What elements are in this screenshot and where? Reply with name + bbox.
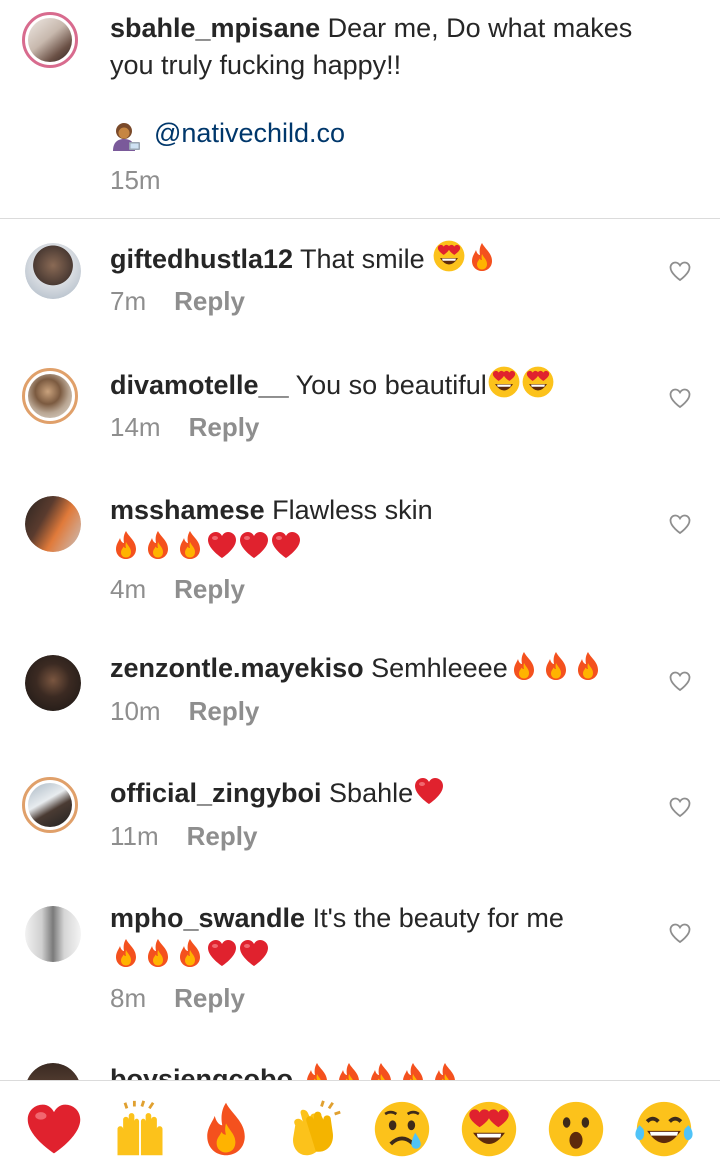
avatar[interactable] [22,12,78,68]
comment-body: You so beautiful [295,370,487,400]
heart-eyes-icon [432,239,466,273]
fire-icon [540,650,572,682]
red-heart-icon [206,937,238,969]
red-heart-icon [206,529,238,561]
comment-text: giftedhustla12 That smile [110,239,650,278]
comment-body: That smile [300,244,425,274]
comment-username[interactable]: divamotelle__ [110,370,289,400]
fire-icon [365,1061,397,1080]
reply-button[interactable]: Reply [174,574,245,604]
fire-icon [142,529,174,561]
divider [0,218,720,219]
like-heart-icon[interactable] [668,921,692,945]
red-heart-icon [238,937,270,969]
comment-text: boysiengcobo [110,1061,650,1080]
laughing-face-icon[interactable] [634,1099,694,1159]
comment-meta: 4m Reply [110,574,245,605]
comment-time: 8m [110,983,147,1013]
comment: boysiengcobo [0,1055,720,1080]
comment-username[interactable]: boysiengcobo [110,1064,293,1080]
comment-time: 10m [110,696,161,726]
comment-body: Sbahle [329,778,414,808]
sad-face-icon[interactable] [372,1099,432,1159]
comment-body: It's the beauty for me [312,903,564,933]
comment-time: 7m [110,286,147,316]
comment-meta: 10m Reply [110,696,259,727]
comment-text: msshamese Flawless skin [110,492,650,566]
fire-icon [142,937,174,969]
caption-username[interactable]: sbahle_mpisane [110,13,320,43]
comment-meta: 8m Reply [110,983,245,1014]
fire-icon [508,650,540,682]
fire-icon [397,1061,429,1080]
comment-meta: 7m Reply [110,286,245,317]
comment-username[interactable]: official_zingyboi [110,778,322,808]
quick-reaction-bar [0,1080,720,1169]
fire-icon [110,529,142,561]
tag-link[interactable]: @nativechild.co [154,118,345,149]
avatar[interactable] [25,655,81,711]
caption-time: 15m [110,165,161,195]
avatar[interactable] [25,243,81,299]
reply-button[interactable]: Reply [174,983,245,1013]
clapping-hands-icon[interactable] [284,1099,344,1159]
caption-text: sbahle_mpisane Dear me, Do what makes yo… [110,10,650,84]
red-heart-icon[interactable] [24,1099,84,1159]
comment-username[interactable]: msshamese [110,495,265,525]
red-heart-icon [238,529,270,561]
comment-username[interactable]: zenzontle.mayekiso [110,653,364,683]
comment-body: Flawless skin [272,495,433,525]
fire-icon [572,650,604,682]
comment-meta: 11m Reply [110,821,257,852]
red-heart-icon [413,775,445,807]
like-heart-icon[interactable] [668,386,692,410]
comment-text: divamotelle__ You so beautiful [110,365,650,404]
fire-icon [110,937,142,969]
comment-time: 14m [110,412,161,442]
heart-eyes-icon [487,365,521,399]
like-heart-icon[interactable] [668,669,692,693]
reply-button[interactable]: Reply [174,286,245,316]
fire-icon [174,937,206,969]
comment-text: mpho_swandle It's the beauty for me [110,900,650,974]
fire-icon [301,1061,333,1080]
like-heart-icon[interactable] [668,795,692,819]
comment-text: zenzontle.mayekiso Semhleeee [110,650,650,687]
like-heart-icon[interactable] [668,259,692,283]
fire-icon [466,241,498,273]
comment-username[interactable]: mpho_swandle [110,903,305,933]
avatar[interactable] [22,368,78,424]
avatar[interactable] [25,1063,81,1080]
comment-text: official_zingyboi Sbahle [110,775,650,812]
avatar[interactable] [25,496,81,552]
woman-technologist-icon [113,123,140,151]
avatar[interactable] [22,777,78,833]
raising-hands-icon[interactable] [110,1099,170,1159]
fire-icon [429,1061,461,1080]
comment-meta: 14m Reply [110,412,259,443]
reply-button[interactable]: Reply [187,821,258,851]
comment-body: Semhleeee [371,653,508,683]
fire-icon[interactable] [196,1099,256,1159]
red-heart-icon [270,529,302,561]
surprised-face-icon[interactable] [546,1099,606,1159]
like-heart-icon[interactable] [668,512,692,536]
comment-time: 11m [110,821,159,851]
reply-button[interactable]: Reply [189,412,260,442]
comment-time: 4m [110,574,147,604]
heart-eyes-icon[interactable] [459,1099,519,1159]
comment-username[interactable]: giftedhustla12 [110,244,293,274]
reply-button[interactable]: Reply [189,696,260,726]
avatar[interactable] [25,906,81,962]
post-caption: sbahle_mpisane Dear me, Do what makes yo… [0,0,720,218]
fire-icon [333,1061,365,1080]
heart-eyes-icon [521,365,555,399]
fire-icon [174,529,206,561]
